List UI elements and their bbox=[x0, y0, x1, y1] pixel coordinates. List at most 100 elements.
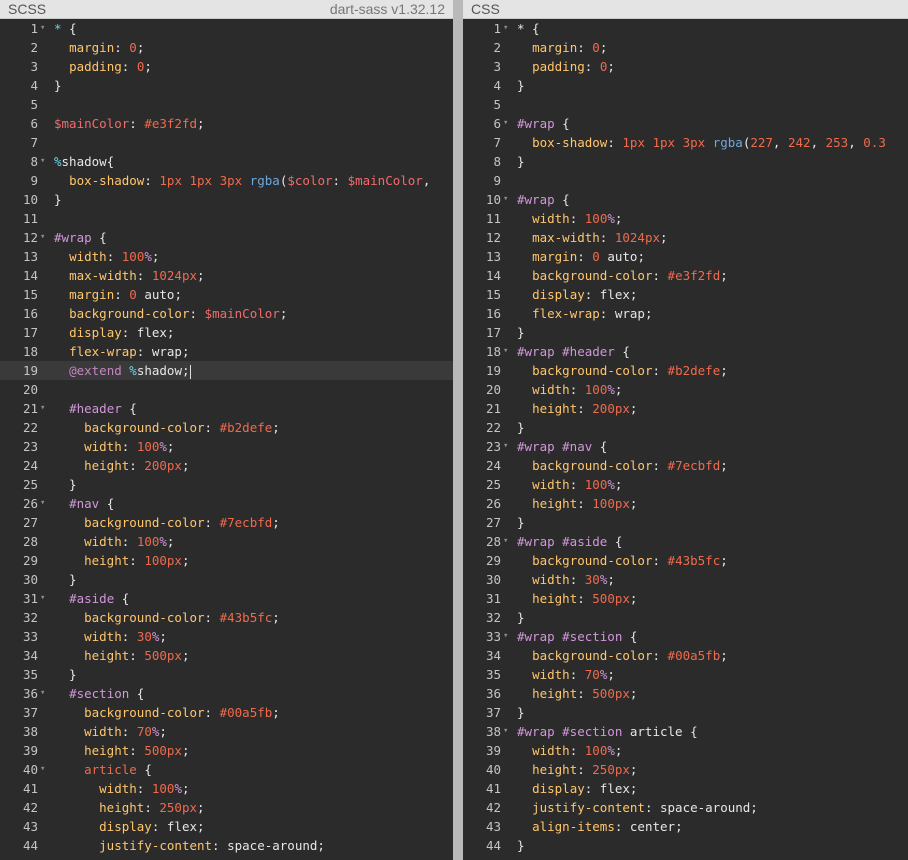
fold-toggle-icon[interactable]: ▾ bbox=[40, 760, 50, 779]
fold-toggle-icon[interactable]: ▾ bbox=[503, 190, 513, 209]
css-output-pane[interactable]: CSS 1 ▾ * {2 margin: 0; 3 padding: 0; 4} 5 6 ▾ #… bbox=[463, 0, 908, 860]
code-line[interactable]: 30 width: 30%; bbox=[463, 570, 908, 589]
code-line[interactable]: 33 ▾ #wrap #section { bbox=[463, 627, 908, 646]
code-line[interactable]: 40 ▾ article { bbox=[0, 760, 453, 779]
code-line[interactable]: 21 height: 200px; bbox=[463, 399, 908, 418]
code-line[interactable]: 25 width: 100%; bbox=[463, 475, 908, 494]
code-line[interactable]: 6 $mainColor: #e3f2fd; bbox=[0, 114, 453, 133]
code-line[interactable]: 16 flex-wrap: wrap; bbox=[463, 304, 908, 323]
code-line[interactable]: 14 max-width: 1024px; bbox=[0, 266, 453, 285]
compiler-version-label[interactable]: dart-sass v1.32.12 bbox=[330, 0, 445, 18]
code-line[interactable]: 34 background-color: #00a5fb; bbox=[463, 646, 908, 665]
code-line[interactable]: 18 flex-wrap: wrap; bbox=[0, 342, 453, 361]
code-line[interactable]: 24 background-color: #7ecbfd; bbox=[463, 456, 908, 475]
code-line[interactable]: 20 width: 100%; bbox=[463, 380, 908, 399]
fold-toggle-icon[interactable]: ▾ bbox=[40, 494, 50, 513]
code-line[interactable]: 43 align-items: center; bbox=[463, 817, 908, 836]
pane-divider[interactable] bbox=[453, 0, 463, 860]
code-line[interactable]: 7 bbox=[0, 133, 453, 152]
code-line[interactable]: 14 background-color: #e3f2fd; bbox=[463, 266, 908, 285]
code-line[interactable]: 5 bbox=[0, 95, 453, 114]
fold-toggle-icon[interactable]: ▾ bbox=[40, 152, 50, 171]
code-line[interactable]: 7 box-shadow: 1px 1px 3px rgba(227, 242,… bbox=[463, 133, 908, 152]
code-line[interactable]: 5 bbox=[463, 95, 908, 114]
code-line[interactable]: 20 bbox=[0, 380, 453, 399]
code-line[interactable]: 8} bbox=[463, 152, 908, 171]
code-line[interactable]: 9 bbox=[463, 171, 908, 190]
code-line[interactable]: 9 box-shadow: 1px 1px 3px rgba($color: $… bbox=[0, 171, 453, 190]
code-line[interactable]: 12 max-width: 1024px; bbox=[463, 228, 908, 247]
code-line[interactable]: 19 background-color: #b2defe; bbox=[463, 361, 908, 380]
code-line[interactable]: 22 background-color: #b2defe; bbox=[0, 418, 453, 437]
code-line[interactable]: 37 background-color: #00a5fb; bbox=[0, 703, 453, 722]
fold-toggle-icon[interactable]: ▾ bbox=[40, 589, 50, 608]
code-line[interactable]: 4} bbox=[463, 76, 908, 95]
code-line[interactable]: 28 ▾ #wrap #aside { bbox=[463, 532, 908, 551]
code-line[interactable]: 6 ▾ #wrap { bbox=[463, 114, 908, 133]
fold-toggle-icon[interactable]: ▾ bbox=[503, 532, 513, 551]
code-line[interactable]: 29 height: 100px; bbox=[0, 551, 453, 570]
code-line[interactable]: 38 width: 70%; bbox=[0, 722, 453, 741]
code-line[interactable]: 23 ▾ #wrap #nav { bbox=[463, 437, 908, 456]
fold-toggle-icon[interactable]: ▾ bbox=[503, 19, 513, 38]
code-line[interactable]: 38 ▾ #wrap #section article { bbox=[463, 722, 908, 741]
scss-editor-pane[interactable]: SCSS dart-sass v1.32.12 1 ▾ * {2 margin: 0… bbox=[0, 0, 453, 860]
code-line[interactable]: 18 ▾ #wrap #header { bbox=[463, 342, 908, 361]
code-line[interactable]: 35 } bbox=[0, 665, 453, 684]
code-line[interactable]: 43 display: flex; bbox=[0, 817, 453, 836]
code-line[interactable]: 39 height: 500px; bbox=[0, 741, 453, 760]
scss-code-area[interactable]: 1 ▾ * {2 margin: 0; 3 padding: 0; 4} 5 6 $mainC… bbox=[0, 19, 453, 860]
code-line[interactable]: 22} bbox=[463, 418, 908, 437]
code-line[interactable]: 42 height: 250px; bbox=[0, 798, 453, 817]
code-line[interactable]: 11 width: 100%; bbox=[463, 209, 908, 228]
code-line[interactable]: 41 display: flex; bbox=[463, 779, 908, 798]
code-line[interactable]: 4} bbox=[0, 76, 453, 95]
code-line[interactable]: 3 padding: 0; bbox=[0, 57, 453, 76]
code-line[interactable]: 3 padding: 0; bbox=[463, 57, 908, 76]
fold-toggle-icon[interactable]: ▾ bbox=[40, 399, 50, 418]
code-line[interactable]: 17 display: flex; bbox=[0, 323, 453, 342]
code-line[interactable]: 29 background-color: #43b5fc; bbox=[463, 551, 908, 570]
code-line[interactable]: 16 background-color: $mainColor; bbox=[0, 304, 453, 323]
code-line[interactable]: 21 ▾ #header { bbox=[0, 399, 453, 418]
fold-toggle-icon[interactable]: ▾ bbox=[503, 627, 513, 646]
code-line[interactable]: 37} bbox=[463, 703, 908, 722]
code-line[interactable]: 19 @extend %shadow; bbox=[0, 361, 453, 380]
css-code-area[interactable]: 1 ▾ * {2 margin: 0; 3 padding: 0; 4} 5 6 ▾ #wrap… bbox=[463, 19, 908, 860]
code-line[interactable]: 13 width: 100%; bbox=[0, 247, 453, 266]
code-line[interactable]: 27 background-color: #7ecbfd; bbox=[0, 513, 453, 532]
code-line[interactable]: 41 width: 100%; bbox=[0, 779, 453, 798]
code-line[interactable]: 15 display: flex; bbox=[463, 285, 908, 304]
code-line[interactable]: 36 height: 500px; bbox=[463, 684, 908, 703]
code-line[interactable]: 31 ▾ #aside { bbox=[0, 589, 453, 608]
code-line[interactable]: 39 width: 100%; bbox=[463, 741, 908, 760]
code-line[interactable]: 2 margin: 0; bbox=[0, 38, 453, 57]
code-line[interactable]: 17} bbox=[463, 323, 908, 342]
code-line[interactable]: 36 ▾ #section { bbox=[0, 684, 453, 703]
code-line[interactable]: 33 width: 30%; bbox=[0, 627, 453, 646]
code-line[interactable]: 42 justify-content: space-around; bbox=[463, 798, 908, 817]
fold-toggle-icon[interactable]: ▾ bbox=[40, 684, 50, 703]
code-line[interactable]: 28 width: 100%; bbox=[0, 532, 453, 551]
code-line[interactable]: 26 ▾ #nav { bbox=[0, 494, 453, 513]
code-line[interactable]: 40 height: 250px; bbox=[463, 760, 908, 779]
fold-toggle-icon[interactable]: ▾ bbox=[503, 342, 513, 361]
code-line[interactable]: 44} bbox=[463, 836, 908, 855]
code-line[interactable]: 35 width: 70%; bbox=[463, 665, 908, 684]
code-line[interactable]: 10} bbox=[0, 190, 453, 209]
code-line[interactable]: 13 margin: 0 auto; bbox=[463, 247, 908, 266]
code-line[interactable]: 32} bbox=[463, 608, 908, 627]
code-line[interactable]: 8 ▾ %shadow{ bbox=[0, 152, 453, 171]
code-line[interactable]: 32 background-color: #43b5fc; bbox=[0, 608, 453, 627]
fold-toggle-icon[interactable]: ▾ bbox=[40, 228, 50, 247]
code-line[interactable]: 31 height: 500px; bbox=[463, 589, 908, 608]
fold-toggle-icon[interactable]: ▾ bbox=[40, 19, 50, 38]
code-line[interactable]: 15 margin: 0 auto; bbox=[0, 285, 453, 304]
code-line[interactable]: 34 height: 500px; bbox=[0, 646, 453, 665]
code-line[interactable]: 1 ▾ * { bbox=[463, 19, 908, 38]
fold-toggle-icon[interactable]: ▾ bbox=[503, 722, 513, 741]
code-line[interactable]: 12 ▾ #wrap { bbox=[0, 228, 453, 247]
code-line[interactable]: 25 } bbox=[0, 475, 453, 494]
fold-toggle-icon[interactable]: ▾ bbox=[503, 437, 513, 456]
code-line[interactable]: 2 margin: 0; bbox=[463, 38, 908, 57]
